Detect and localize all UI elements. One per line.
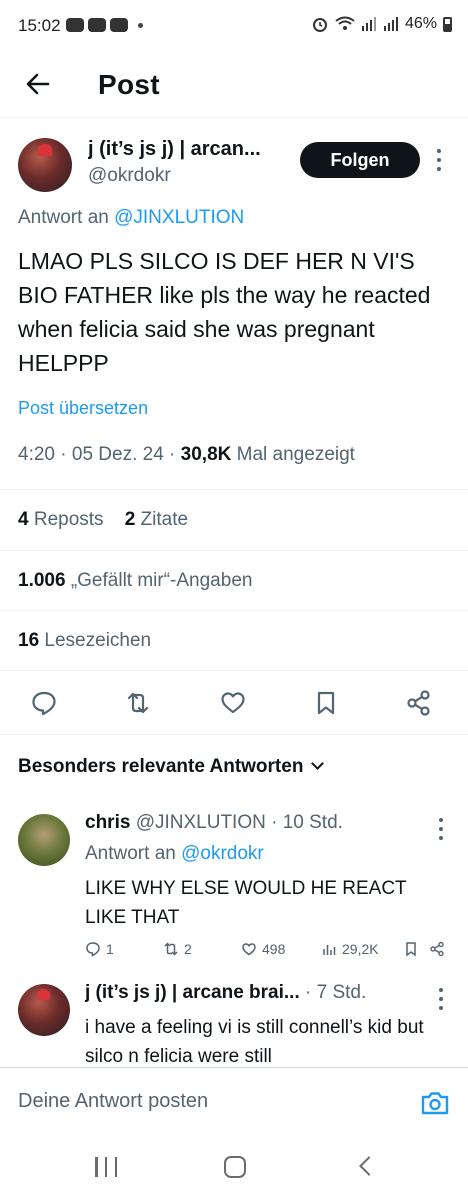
youtube-icon: [110, 18, 128, 32]
post-time: 4:20: [18, 444, 55, 465]
like-icon: [242, 943, 256, 956]
game-controller-icon: [66, 18, 84, 32]
reply-text: i have a feeling vi is still connell’s k…: [85, 1017, 424, 1067]
avatar[interactable]: [18, 138, 72, 192]
post-text: LMAO PLS SILCO IS DEF HER N VI'S BIO FAT…: [18, 248, 431, 376]
reposts-label: Reposts: [33, 509, 104, 530]
reply-composer[interactable]: Deine Antwort posten: [0, 1067, 468, 1137]
reply-to-prefix: Antwort an: [18, 207, 109, 228]
reply-meta: @JINXLUTION · 10 Std.: [135, 812, 343, 833]
reply-actions: 1 2 498 29,2K: [85, 941, 455, 963]
system-navigation-bar: [0, 1137, 468, 1200]
replies-sort-label: Besonders relevante Antworten: [18, 756, 304, 777]
views-count: 30,8K: [180, 444, 232, 465]
share-icon: [430, 941, 444, 957]
reply-to-line: Antwort an @okrdokr: [85, 843, 264, 865]
like-count-button[interactable]: 498: [241, 941, 285, 957]
reply-item[interactable]: chris @JINXLUTION · 10 Std. Antwort an @…: [0, 800, 468, 970]
reply-to-prefix: Antwort an: [85, 843, 176, 864]
share-icon[interactable]: [405, 689, 433, 717]
follow-button[interactable]: Folgen: [300, 142, 420, 178]
avatar[interactable]: [18, 984, 70, 1036]
more-options-icon[interactable]: [436, 149, 442, 171]
camera-icon[interactable]: [419, 1088, 451, 1118]
like-icon[interactable]: [219, 689, 247, 717]
repost-icon[interactable]: [124, 689, 152, 717]
share-button[interactable]: [429, 941, 445, 957]
views-label: Mal angezeigt: [236, 444, 355, 465]
battery-icon: [443, 16, 452, 32]
bookmarks-count: 16: [18, 630, 40, 651]
wifi-icon: [335, 16, 355, 30]
repost-icon: [164, 942, 178, 956]
reply-item[interactable]: j (it’s js j) | arcane brai... · 7 Std. …: [0, 970, 468, 1070]
game-controller-icon: [88, 18, 106, 32]
reply-to-mention[interactable]: @okrdokr: [181, 843, 264, 864]
repost-count-button[interactable]: 2: [163, 941, 192, 957]
home-icon[interactable]: [224, 1156, 246, 1178]
reply-text: LIKE WHY ELSE WOULD HE REACT LIKE THAT: [85, 878, 407, 928]
signal-icon: [361, 17, 376, 31]
view-count-button[interactable]: 29,2K: [321, 941, 379, 957]
avatar[interactable]: [18, 814, 70, 866]
analytics-icon: [323, 945, 336, 955]
app-header: Post: [0, 52, 468, 118]
bookmark-icon: [406, 942, 416, 957]
author-handle[interactable]: @okrdokr: [88, 165, 171, 187]
post-date: 05 Dez. 24: [71, 444, 164, 465]
battery-percent: 46%: [404, 15, 437, 32]
reply-author-name[interactable]: chris: [85, 812, 130, 833]
like-count: 498: [262, 941, 286, 957]
recent-apps-icon[interactable]: [95, 1157, 117, 1177]
quotes-count: 2: [124, 509, 136, 530]
reply-to-line: Antwort an @JINXLUTION: [18, 207, 244, 229]
reply-meta: · 7 Std.: [305, 982, 367, 1003]
reply-icon: [86, 942, 100, 957]
reply-input[interactable]: Deine Antwort posten: [18, 1090, 208, 1113]
status-time: 15:02: [18, 16, 61, 35]
reply-header: j (it’s js j) | arcane brai... · 7 Std.: [85, 982, 415, 1004]
translate-link[interactable]: Post übersetzen: [18, 398, 148, 419]
more-options-icon[interactable]: [438, 988, 444, 1010]
reposts-stat[interactable]: 4 Reposts: [18, 509, 104, 530]
bookmark-icon[interactable]: [312, 689, 340, 717]
reply-count: 1: [106, 941, 114, 957]
reply-to-mention[interactable]: @JINXLUTION: [114, 207, 244, 228]
reply-author-name[interactable]: j (it’s js j) | arcane brai...: [85, 982, 300, 1003]
quotes-stat[interactable]: 2 Zitate: [125, 509, 188, 530]
notification-icons: [66, 18, 143, 32]
reposts-quotes-row: 4 Reposts 2 Zitate: [0, 489, 468, 550]
signal-icon: [383, 17, 398, 31]
bookmarks-row: 16 Lesezeichen: [0, 610, 468, 671]
system-icons: 46%: [311, 15, 452, 33]
likes-count: 1.006: [18, 570, 66, 591]
arrow-left-icon[interactable]: [22, 68, 54, 100]
likes-label: „Gefällt mir“-Angaben: [70, 570, 253, 591]
repost-count: 2: [184, 941, 192, 957]
author-name[interactable]: j (it’s js j) | arcan...: [88, 138, 288, 161]
bookmark-button[interactable]: [403, 941, 419, 957]
more-options-icon[interactable]: [438, 818, 444, 840]
alarm-icon: [312, 18, 327, 32]
page-title: Post: [98, 69, 160, 100]
chevron-down-icon: [311, 757, 325, 770]
status-bar: 15:02 46%: [0, 0, 468, 52]
more-notifications-dot-icon: [138, 22, 143, 28]
quotes-label: Zitate: [140, 509, 189, 530]
bookmarks-label: Lesezeichen: [44, 630, 152, 651]
reply-icon[interactable]: [30, 689, 58, 717]
back-icon[interactable]: [359, 1156, 379, 1176]
reposts-count: 4: [18, 509, 29, 530]
view-count: 29,2K: [342, 941, 379, 957]
post-meta: 4:20 · 05 Dez. 24 · 30,8K Mal angezeigt: [18, 444, 355, 465]
post-actions: [0, 670, 468, 735]
replies-sort-dropdown[interactable]: Besonders relevante Antworten: [18, 756, 325, 778]
likes-row[interactable]: 1.006 „Gefällt mir“-Angaben: [0, 550, 468, 611]
reply-count-button[interactable]: 1: [85, 941, 114, 957]
reply-header: chris @JINXLUTION · 10 Std.: [85, 812, 415, 834]
